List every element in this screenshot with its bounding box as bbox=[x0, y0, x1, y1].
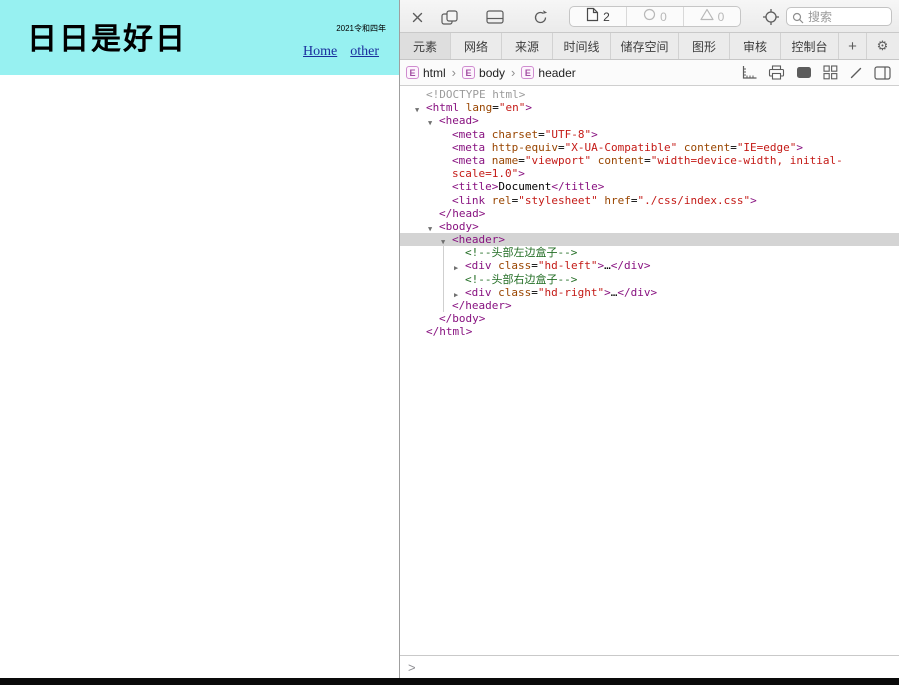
settings-gear-icon[interactable]: ⚙ bbox=[867, 33, 898, 59]
inspector-tab-bar: 元素网络来源时间线储存空间图形审核控制台+⚙ bbox=[400, 33, 899, 60]
dom-tree-line[interactable]: ▼<header> bbox=[400, 233, 899, 246]
search-icon bbox=[792, 11, 804, 29]
tab-sources[interactable]: 来源 bbox=[502, 33, 553, 59]
nav-link-other[interactable]: other bbox=[350, 44, 379, 60]
breadcrumb-separator-icon: › bbox=[452, 65, 456, 80]
dom-tree-line[interactable]: <meta charset="UTF-8"> bbox=[400, 128, 899, 141]
resource-count-button[interactable]: 2 bbox=[570, 7, 627, 26]
resource-count: 2 bbox=[603, 10, 610, 24]
era-note: 2021令和四年 bbox=[336, 23, 386, 34]
search-field bbox=[786, 7, 892, 26]
dom-tree-line[interactable]: ▶<div class="hd-right">…</div> bbox=[400, 286, 899, 299]
close-icon[interactable] bbox=[408, 9, 426, 25]
nav-link-home[interactable]: Home bbox=[303, 44, 337, 60]
breadcrumb-label: html bbox=[423, 66, 446, 80]
tab-overview-icon[interactable] bbox=[441, 9, 459, 25]
document-icon bbox=[586, 7, 599, 27]
inspector-toolbar: 2 0 0 bbox=[400, 0, 899, 33]
screen: 日日是好日 2021令和四年 Home other bbox=[0, 0, 899, 685]
grid-overlay-icon[interactable] bbox=[823, 65, 838, 80]
edit-slash-icon[interactable] bbox=[849, 66, 863, 80]
dom-tree-line[interactable]: ▼<body> bbox=[400, 220, 899, 233]
tab-network[interactable]: 网络 bbox=[451, 33, 502, 59]
details-sidebar-toggle-icon[interactable] bbox=[874, 66, 891, 80]
dom-tree-line[interactable]: <meta name="viewport" content="width=dev… bbox=[400, 154, 899, 167]
breadcrumb-separator-icon: › bbox=[511, 65, 515, 80]
breadcrumb: Ehtml › Ebody › Eheader bbox=[406, 65, 576, 80]
bottom-bar bbox=[0, 678, 899, 685]
rulers-icon[interactable] bbox=[741, 65, 757, 80]
issue-count: 0 bbox=[660, 10, 667, 24]
dom-tree-line[interactable]: </head> bbox=[400, 207, 899, 220]
reload-icon[interactable] bbox=[531, 9, 549, 25]
activity-segmented-control: 2 0 0 bbox=[569, 6, 741, 27]
element-badge-icon: E bbox=[462, 66, 475, 79]
dom-tree: <!DOCTYPE html>▼<html lang="en">▼<head><… bbox=[400, 86, 899, 655]
console-input[interactable]: > bbox=[400, 655, 899, 678]
breadcrumb-item-header[interactable]: Eheader bbox=[521, 66, 575, 80]
page-preview: 日日是好日 2021令和四年 Home other bbox=[0, 0, 399, 678]
warning-count-button[interactable]: 0 bbox=[684, 7, 740, 26]
dom-tree-line[interactable]: <title>Document</title> bbox=[400, 180, 899, 193]
dom-tree-line[interactable]: <!--头部右边盒子--> bbox=[400, 273, 899, 286]
dom-tree-line[interactable]: <!DOCTYPE html> bbox=[400, 88, 899, 101]
dom-tree-line[interactable]: </html> bbox=[400, 325, 899, 338]
element-badge-icon: E bbox=[521, 66, 534, 79]
element-picker-icon[interactable] bbox=[760, 7, 782, 27]
warning-triangle-icon bbox=[700, 8, 714, 26]
tab-console[interactable]: 控制台 bbox=[781, 33, 839, 59]
dom-tree-line[interactable]: ▼<head> bbox=[400, 114, 899, 127]
dom-tree-line[interactable]: </header> bbox=[400, 299, 899, 312]
page-header: 日日是好日 2021令和四年 Home other bbox=[0, 0, 399, 75]
dom-tree-line[interactable]: <link rel="stylesheet" href="./css/index… bbox=[400, 194, 899, 207]
page-body bbox=[0, 75, 399, 678]
breadcrumb-item-html[interactable]: Ehtml bbox=[406, 66, 446, 80]
breadcrumb-bar: Ehtml › Ebody › Eheader bbox=[400, 60, 899, 86]
circle-icon bbox=[643, 8, 656, 26]
breadcrumb-label: header bbox=[538, 66, 575, 80]
breadcrumb-toolbar bbox=[741, 65, 891, 80]
dom-tree-line[interactable]: </body> bbox=[400, 312, 899, 325]
tab-timelines[interactable]: 时间线 bbox=[553, 33, 611, 59]
warning-count: 0 bbox=[718, 10, 725, 24]
add-tab-button[interactable]: + bbox=[839, 33, 867, 59]
tab-storage[interactable]: 储存空间 bbox=[611, 33, 679, 59]
console-prompt-icon: > bbox=[408, 660, 416, 675]
dom-tree-line[interactable]: ▶<div class="hd-left">…</div> bbox=[400, 259, 899, 272]
dock-layout-icon[interactable] bbox=[486, 9, 504, 25]
element-overlay-icon[interactable] bbox=[796, 66, 812, 79]
tab-audit[interactable]: 审核 bbox=[730, 33, 781, 59]
dom-tree-line[interactable]: <meta http-equiv="X-UA-Compatible" conte… bbox=[400, 141, 899, 154]
tab-graphics[interactable]: 图形 bbox=[679, 33, 730, 59]
breadcrumb-item-body[interactable]: Ebody bbox=[462, 66, 505, 80]
dom-tree-line[interactable]: scale=1.0"> bbox=[400, 167, 899, 180]
tab-elements[interactable]: 元素 bbox=[400, 33, 451, 59]
dom-tree-line[interactable]: ▼<html lang="en"> bbox=[400, 101, 899, 114]
breadcrumb-label: body bbox=[479, 66, 505, 80]
web-inspector: 2 0 0 bbox=[399, 0, 899, 678]
element-badge-icon: E bbox=[406, 66, 419, 79]
dom-tree-line[interactable]: <!--头部左边盒子--> bbox=[400, 246, 899, 259]
page-nav: Home other bbox=[303, 44, 379, 60]
print-icon[interactable] bbox=[768, 65, 785, 80]
page-title: 日日是好日 bbox=[27, 14, 187, 58]
issue-count-button[interactable]: 0 bbox=[627, 7, 684, 26]
